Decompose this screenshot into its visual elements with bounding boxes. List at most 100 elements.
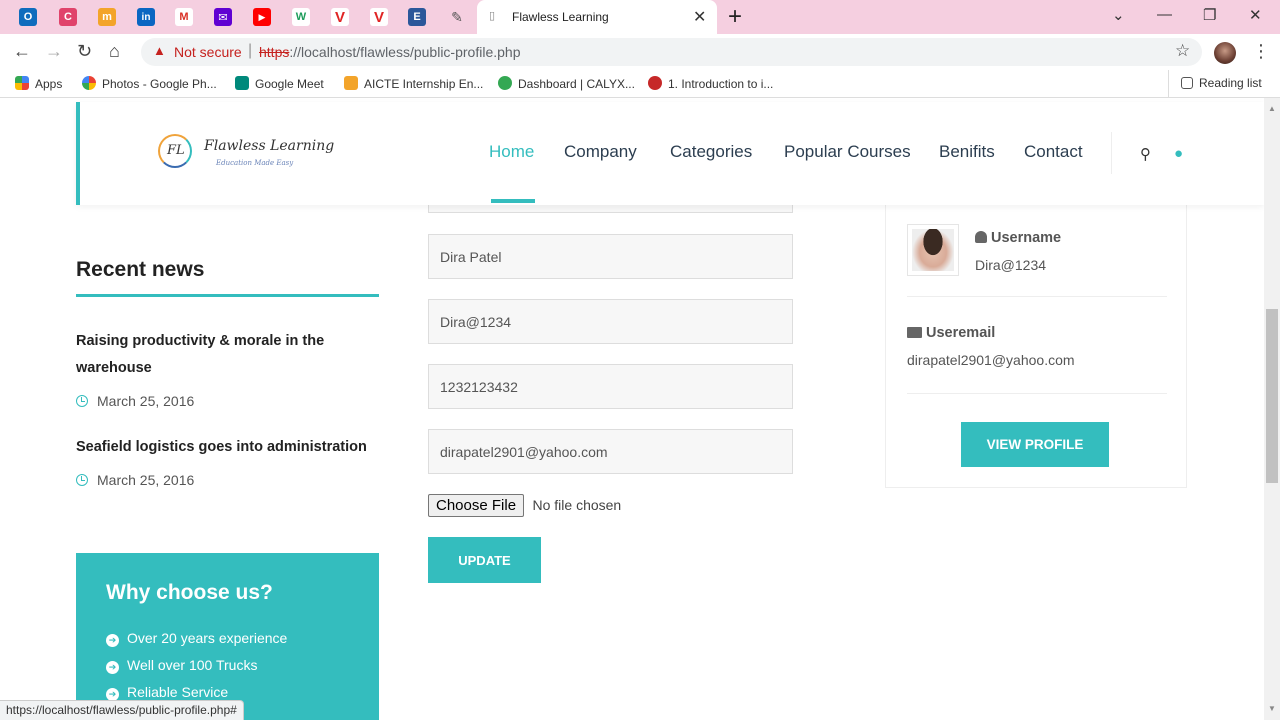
intro-icon — [648, 76, 662, 90]
recent-news-heading: Recent news — [76, 258, 205, 281]
nav-home[interactable]: Home — [489, 142, 534, 162]
w-icon[interactable]: W — [292, 8, 310, 26]
bookmark-aicte[interactable]: AICTE Internship En... — [344, 76, 483, 91]
bookmark-label: Dashboard | CALYX... — [518, 77, 635, 91]
profile-avatar[interactable] — [1214, 42, 1236, 64]
active-nav-indicator — [491, 199, 535, 203]
bookmark-label: 1. Introduction to i... — [668, 77, 774, 91]
nav-benifits[interactable]: Benifits — [939, 142, 995, 162]
why-item-text: Well over 100 Trucks — [127, 657, 258, 673]
nav-popular-courses[interactable]: Popular Courses — [784, 142, 911, 162]
scroll-up-icon[interactable]: ▲ — [1268, 104, 1276, 113]
clock-icon — [76, 395, 88, 407]
useremail-label: Useremail — [907, 325, 995, 341]
news-date: March 25, 2016 — [76, 472, 194, 488]
search-icon[interactable]: ⚲ — [1140, 145, 1151, 163]
why-item-text: Reliable Service — [127, 684, 229, 700]
username-field[interactable] — [428, 299, 793, 344]
forward-icon[interactable]: → — [45, 41, 63, 62]
dashboard-icon — [498, 76, 512, 90]
meet-icon — [235, 76, 249, 90]
bookmarks-bar: Apps Photos - Google Ph... Google Meet A… — [0, 70, 1280, 98]
why-choose-us-heading: Why choose us? — [106, 581, 273, 604]
nav-company[interactable]: Company — [564, 142, 637, 162]
page-scrollbar[interactable]: ▲ ▼ — [1264, 98, 1280, 720]
yahoo-mail-icon[interactable]: ✉ — [214, 8, 232, 26]
home-icon[interactable]: ⌂ — [109, 41, 120, 62]
arrow-circle-icon: ➔ — [106, 634, 119, 647]
outlook-icon[interactable]: O — [19, 8, 37, 26]
minimize-button[interactable]: — — [1157, 6, 1172, 23]
status-bar-url: https://localhost/flawless/public-profil… — [0, 700, 244, 720]
active-tab[interactable]: ▯ Flawless Learning ✕ — [477, 0, 717, 34]
divider — [1111, 132, 1112, 174]
app-tab-icon[interactable]: m — [98, 8, 116, 26]
menu-kebab-icon[interactable]: ⋮ — [1252, 41, 1270, 62]
reading-list-icon — [1181, 77, 1193, 89]
news-title[interactable]: Raising productivity & morale in the war… — [76, 328, 376, 382]
clock-icon — [76, 474, 88, 486]
choose-file-button[interactable]: Choose File — [428, 494, 525, 517]
bookmark-apps[interactable]: Apps — [15, 76, 62, 91]
linkedin-icon[interactable]: in — [137, 8, 155, 26]
nav-categories[interactable]: Categories — [670, 142, 752, 162]
logo-text: Flawless Learning — [204, 138, 335, 154]
close-tab-icon[interactable]: ✕ — [693, 7, 706, 27]
youtube-icon[interactable]: ▶ — [253, 8, 271, 26]
v-icon[interactable]: V — [331, 8, 349, 26]
profile-card: Username Dira@1234 Useremail dirapatel29… — [885, 198, 1187, 488]
news-date-text: March 25, 2016 — [97, 393, 195, 409]
scroll-down-icon[interactable]: ▼ — [1268, 704, 1276, 713]
bookmark-label: Google Meet — [255, 77, 324, 91]
restore-button[interactable]: ❐ — [1203, 6, 1216, 24]
scrollbar-thumb[interactable] — [1266, 309, 1278, 483]
bookmark-dashboard[interactable]: Dashboard | CALYX... — [498, 76, 635, 91]
divider — [907, 296, 1167, 297]
back-icon[interactable]: ← — [13, 41, 31, 62]
update-button[interactable]: UPDATE — [428, 537, 541, 583]
address-bar[interactable]: ▲ Not secure | https://localhost/flawles… — [141, 38, 1202, 66]
email-field[interactable] — [428, 429, 793, 474]
new-tab-button[interactable]: + — [728, 3, 742, 31]
news-title[interactable]: Seafield logistics goes into administrat… — [76, 434, 376, 461]
arrow-circle-icon: ➔ — [106, 661, 119, 674]
logo-mark-icon: FL — [158, 134, 192, 168]
why-item: ➔ Over 20 years experience — [106, 630, 287, 647]
divider: | — [248, 42, 253, 59]
bookmark-photos[interactable]: Photos - Google Ph... — [82, 76, 217, 91]
why-item: ➔ Well over 100 Trucks — [106, 657, 257, 674]
user-icon — [975, 231, 987, 243]
security-status[interactable]: Not secure — [174, 44, 242, 60]
phone-field[interactable] — [428, 364, 793, 409]
gmail-icon[interactable]: M — [175, 8, 193, 26]
doc-icon[interactable]: E — [408, 8, 426, 26]
app-tab-icon[interactable]: C — [59, 8, 77, 26]
site-header: FL Flawless Learning Education Made Easy… — [76, 102, 1264, 205]
bookmark-label: AICTE Internship En... — [364, 77, 484, 91]
url-text[interactable]: https://localhost/flawless/public-profil… — [259, 44, 520, 60]
divider — [907, 393, 1167, 394]
v-icon[interactable]: V — [370, 8, 388, 26]
bookmark-meet[interactable]: Google Meet — [235, 76, 324, 91]
tab-search-icon[interactable]: ⌄ — [1112, 6, 1125, 24]
reload-icon[interactable]: ↻ — [77, 41, 92, 62]
user-icon[interactable]: ● — [1174, 145, 1183, 162]
bookmark-star-icon[interactable]: ☆ — [1175, 41, 1190, 61]
username-label: Username — [975, 230, 1061, 246]
nav-contact[interactable]: Contact — [1024, 142, 1083, 162]
feather-icon[interactable]: ✎ — [448, 8, 466, 26]
username-label-text: Username — [991, 230, 1062, 246]
close-window-button[interactable]: ✕ — [1249, 6, 1262, 24]
file-upload: Choose File No file chosen — [428, 494, 621, 517]
view-profile-button[interactable]: VIEW PROFILE — [961, 422, 1109, 467]
news-date-text: March 25, 2016 — [97, 472, 195, 488]
browser-tab-strip: O C m in M ✉ ▶ W V V E ✎ ▯ Flawless Lear… — [0, 0, 1280, 34]
heading-underline — [76, 294, 379, 297]
profile-image — [912, 229, 954, 271]
bookmark-label: Photos - Google Ph... — [102, 77, 217, 91]
name-field[interactable] — [428, 234, 793, 279]
file-status: No file chosen — [532, 497, 622, 513]
reading-list[interactable]: Reading list — [1168, 70, 1262, 98]
apps-grid-icon — [15, 76, 29, 90]
bookmark-intro[interactable]: 1. Introduction to i... — [648, 76, 773, 91]
